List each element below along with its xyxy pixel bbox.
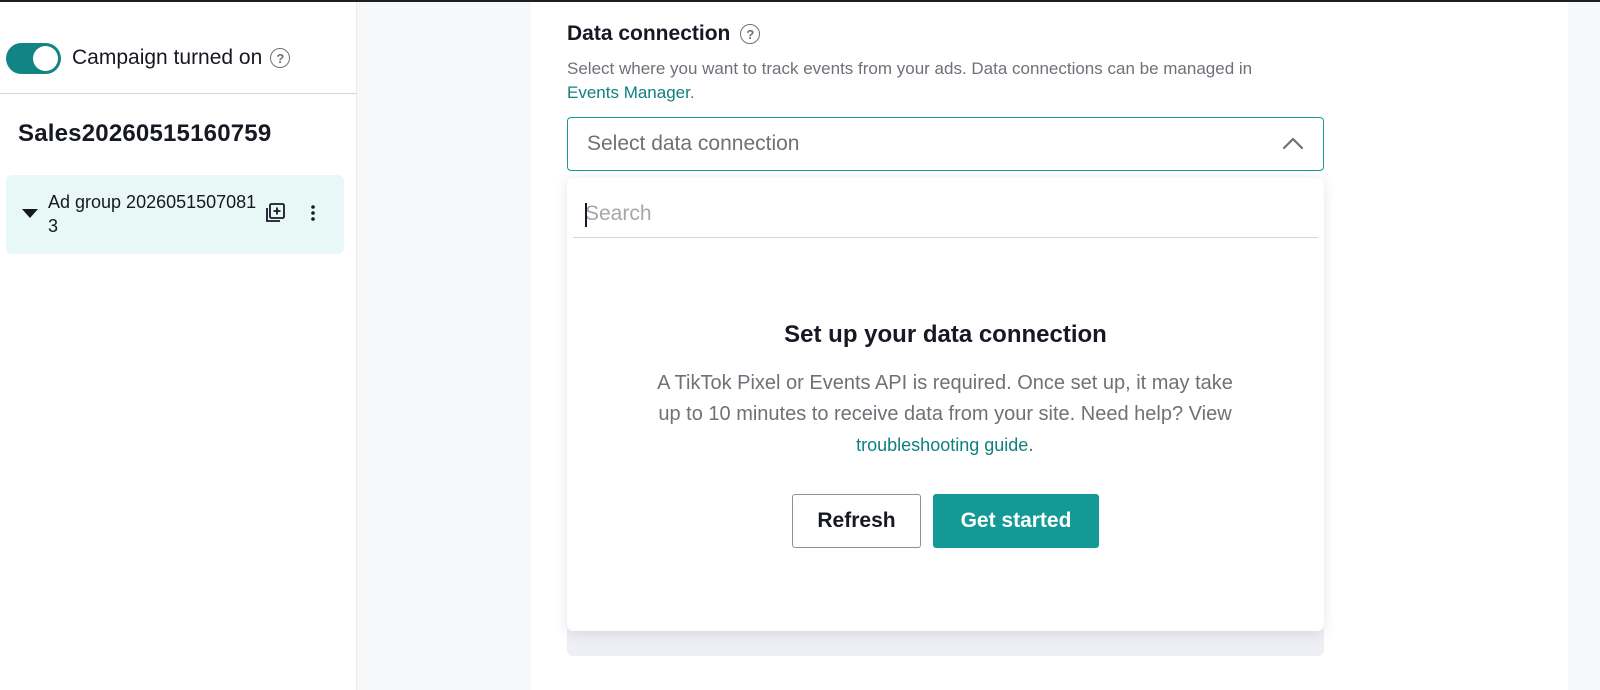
more-vertical-icon[interactable] (306, 201, 320, 225)
data-connection-description: Select where you want to track events fr… (567, 57, 1267, 105)
empty-state-title: Set up your data connection (784, 321, 1107, 348)
troubleshooting-guide-link[interactable]: troubleshooting guide (856, 435, 1028, 455)
dropdown-search[interactable] (573, 192, 1318, 238)
ad-group-name: Ad group 20260515070813 (48, 192, 257, 236)
description-text: Select where you want to track events fr… (567, 59, 1253, 78)
toggle-knob (33, 45, 58, 71)
ad-group-item[interactable]: Ad group 20260515070813 (6, 175, 344, 254)
campaign-name[interactable]: Sales20260515160759 (18, 120, 271, 148)
empty-state-description: A TikTok Pixel or Events API is required… (645, 368, 1245, 461)
campaign-sidebar: Campaign turned on ? Sales20260515160759… (0, 2, 357, 690)
caret-down-icon[interactable] (22, 209, 38, 218)
campaign-status-row: Campaign turned on ? (6, 40, 291, 76)
data-connection-title: Data connection ? (567, 22, 761, 46)
empty-desc-text: A TikTok Pixel or Events API is required… (657, 372, 1233, 425)
search-input[interactable] (573, 192, 1318, 236)
events-manager-link[interactable]: Events Manager (567, 83, 690, 102)
sidebar-divider (0, 93, 357, 94)
question-circle-icon[interactable]: ? (270, 48, 291, 68)
page-right-gutter (1568, 2, 1600, 690)
select-placeholder: Select data connection (587, 132, 800, 155)
campaign-toggle-label: Campaign turned on (72, 46, 263, 69)
question-circle-icon[interactable]: ? (740, 24, 761, 44)
data-connection-select[interactable]: Select data connection (567, 117, 1324, 171)
duplicate-icon[interactable] (264, 202, 286, 224)
page-gutter (357, 2, 531, 690)
data-connection-dropdown: Set up your data connection A TikTok Pix… (567, 178, 1324, 631)
get-started-button[interactable]: Get started (933, 494, 1099, 548)
campaign-toggle[interactable] (6, 42, 61, 74)
description-suffix: . (689, 83, 695, 102)
empty-desc-suffix: . (1028, 434, 1034, 456)
data-connection-title-text: Data connection (567, 22, 731, 45)
chevron-up-icon[interactable] (1281, 134, 1305, 152)
refresh-button[interactable]: Refresh (792, 494, 921, 548)
text-cursor (585, 203, 587, 227)
